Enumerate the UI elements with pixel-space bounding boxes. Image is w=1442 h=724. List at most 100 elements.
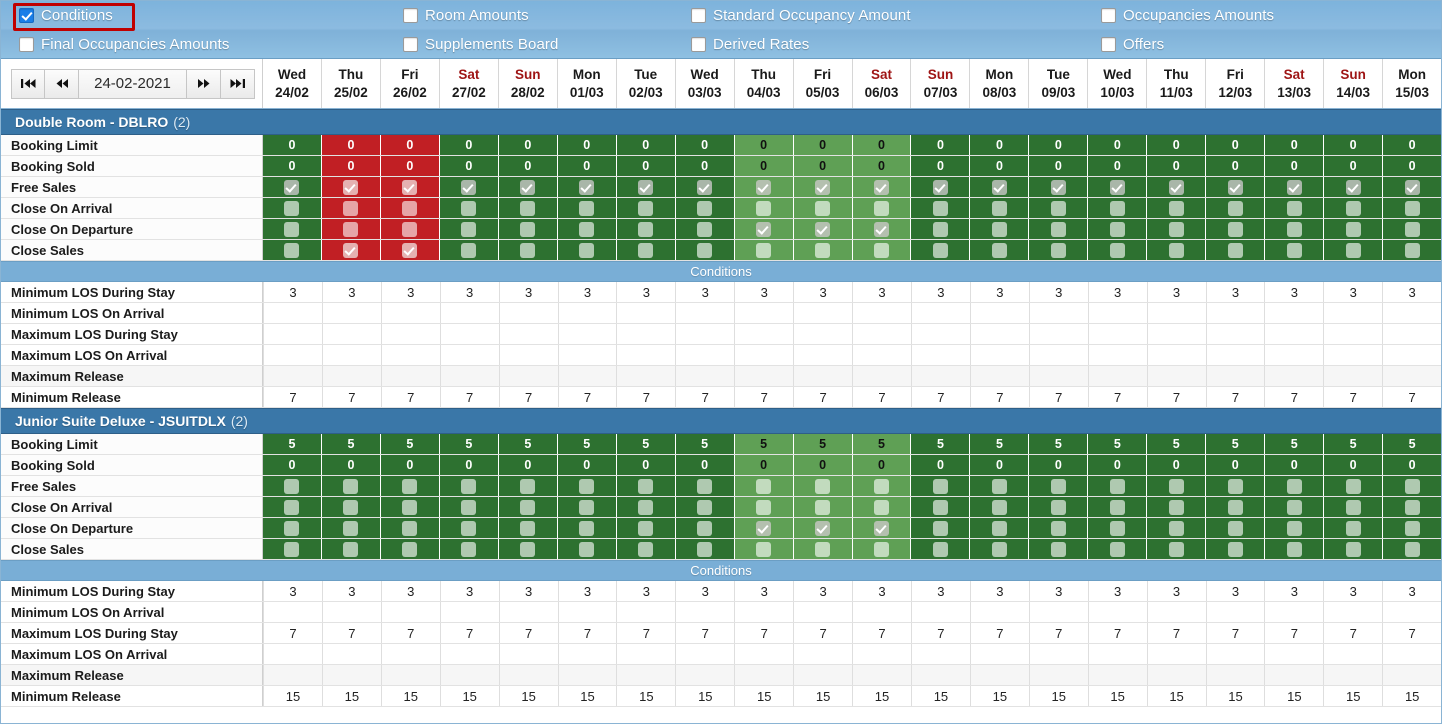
condition-cell[interactable] [675,602,735,622]
condition-cell[interactable] [793,345,853,365]
grid-cell[interactable] [1382,539,1441,559]
grid-cell[interactable] [1146,219,1206,239]
grid-cell[interactable] [1028,518,1088,538]
grid-cell[interactable]: 5 [1146,434,1206,454]
condition-cell[interactable] [852,366,911,386]
checkbox-unchecked-icon[interactable] [991,242,1007,258]
condition-cell[interactable]: 7 [380,387,440,407]
condition-cell[interactable] [1087,665,1147,685]
checkbox-unchecked-icon[interactable] [1286,520,1302,536]
checkbox-checked-icon[interactable] [815,179,831,195]
checkbox-unchecked-icon[interactable] [697,541,713,557]
condition-cell[interactable] [675,345,735,365]
checkbox-unchecked-icon[interactable] [815,478,831,494]
condition-cell[interactable]: 3 [439,282,499,302]
checkbox-unchecked-icon[interactable] [343,499,359,515]
condition-cell[interactable] [1382,644,1441,664]
jump-last-icon[interactable] [221,68,255,99]
grid-cell[interactable] [969,539,1029,559]
grid-cell[interactable] [1382,177,1441,197]
checkbox-checked-icon[interactable] [402,179,418,195]
condition-cell[interactable] [1323,665,1383,685]
grid-cell[interactable]: 5 [556,434,616,454]
condition-cell[interactable]: 7 [910,387,970,407]
grid-cell[interactable]: 0 [1264,135,1324,155]
checkbox-unchecked-icon[interactable] [1345,221,1361,237]
grid-cell[interactable] [910,177,970,197]
date-column[interactable]: Mon 15/03 [1382,59,1441,108]
condition-cell[interactable] [616,345,676,365]
condition-cell[interactable] [1146,324,1206,344]
grid-cell[interactable] [556,497,616,517]
checkbox-unchecked-icon[interactable] [284,499,300,515]
checkbox-unchecked-icon[interactable] [520,221,536,237]
grid-cell[interactable] [851,198,911,218]
condition-cell[interactable] [1264,324,1324,344]
grid-cell[interactable]: 0 [497,156,557,176]
condition-cell[interactable] [969,602,1029,622]
grid-cell[interactable] [615,198,675,218]
checkbox-unchecked-icon[interactable] [874,478,889,494]
checkbox-unchecked-icon[interactable] [402,499,418,515]
grid-cell[interactable]: 0 [733,455,793,475]
checkbox-unchecked-icon[interactable] [1345,520,1361,536]
condition-cell[interactable] [1205,665,1265,685]
condition-cell[interactable]: 3 [1087,282,1147,302]
condition-cell[interactable]: 7 [969,387,1029,407]
condition-cell[interactable]: 3 [734,282,794,302]
checkbox-unchecked-icon[interactable] [343,478,359,494]
checkbox-unchecked-icon[interactable] [1168,242,1184,258]
checkbox-icon[interactable] [19,8,34,23]
condition-cell[interactable] [852,303,911,323]
checkbox-unchecked-icon[interactable] [697,242,713,258]
grid-cell[interactable] [851,219,911,239]
condition-cell[interactable]: 15 [1087,686,1147,706]
condition-cell[interactable]: 7 [498,623,558,643]
condition-cell[interactable]: 7 [1382,387,1441,407]
checkbox-unchecked-icon[interactable] [402,520,418,536]
condition-cell[interactable] [910,665,970,685]
grid-cell[interactable] [320,497,380,517]
checkbox-unchecked-icon[interactable] [697,499,713,515]
condition-cell[interactable]: 7 [557,387,617,407]
checkbox-unchecked-icon[interactable] [1404,541,1420,557]
filter-option-occupancies-amounts[interactable]: Occupancies Amounts [1083,7,1433,24]
date-column[interactable]: Sat 06/03 [851,59,911,108]
condition-cell[interactable] [1146,665,1206,685]
room-block-header[interactable]: Junior Suite Deluxe - JSUITDLX (2) [1,408,1441,434]
condition-cell[interactable] [1028,644,1088,664]
condition-cell[interactable] [675,366,735,386]
checkbox-unchecked-icon[interactable] [1050,499,1066,515]
checkbox-checked-icon[interactable] [1345,179,1361,195]
checkbox-unchecked-icon[interactable] [1050,200,1066,216]
condition-cell[interactable] [734,644,794,664]
condition-cell[interactable] [439,366,499,386]
grid-cell[interactable]: 0 [792,156,852,176]
grid-cell[interactable] [792,518,852,538]
condition-cell[interactable] [734,345,794,365]
grid-cell[interactable]: 0 [379,156,439,176]
checkbox-unchecked-icon[interactable] [1109,200,1125,216]
grid-cell[interactable]: 0 [792,455,852,475]
checkbox-unchecked-icon[interactable] [756,478,772,494]
grid-cell[interactable] [1146,240,1206,260]
checkbox-unchecked-icon[interactable] [874,200,889,216]
condition-cell[interactable]: 3 [675,282,735,302]
grid-cell[interactable] [320,518,380,538]
checkbox-unchecked-icon[interactable] [284,541,300,557]
condition-cell[interactable]: 3 [969,282,1029,302]
grid-cell[interactable] [556,198,616,218]
condition-cell[interactable] [380,303,440,323]
checkbox-unchecked-icon[interactable] [1404,242,1420,258]
grid-cell[interactable]: 0 [1087,455,1147,475]
condition-cell[interactable] [793,665,853,685]
condition-cell[interactable]: 3 [1087,581,1147,601]
grid-cell[interactable] [438,518,498,538]
checkbox-unchecked-icon[interactable] [932,499,948,515]
grid-cell[interactable] [1087,539,1147,559]
grid-cell[interactable] [438,177,498,197]
grid-cell[interactable] [556,240,616,260]
checkbox-checked-icon[interactable] [874,221,889,237]
grid-cell[interactable] [379,518,439,538]
condition-cell[interactable]: 15 [439,686,499,706]
